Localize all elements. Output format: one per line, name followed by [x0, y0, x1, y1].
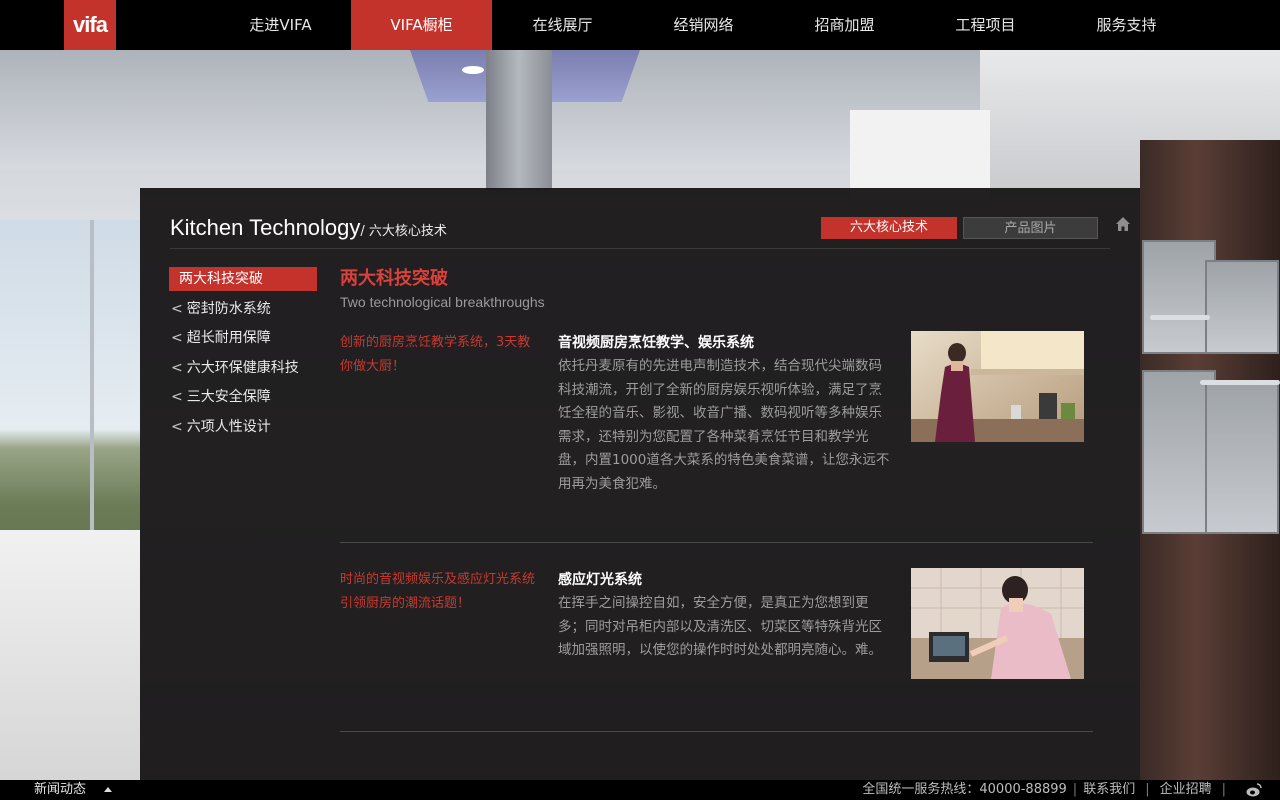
footer-bar: 新闻动态 全国统一服务热线：40000-88899 | 联系我们 | 企业招聘 …	[0, 780, 1280, 800]
hood-pipe	[486, 50, 552, 190]
tab-core-technology[interactable]: 六大核心技术	[821, 217, 957, 239]
counter	[0, 530, 140, 780]
cabinet-handle	[1150, 315, 1210, 320]
jobs-link[interactable]: 企业招聘	[1160, 780, 1212, 800]
main-nav: 走进VIFA VIFA橱柜 在线展厅 经销网络 招商加盟 工程项目 服务支持	[210, 0, 1197, 50]
sidebar-item-label: 六大环保健康科技	[186, 359, 299, 376]
chevron-left-icon: <	[171, 330, 183, 346]
content-panel: Kitchen Technology/ 六大核心技术 六大核心技术 产品图片 两…	[140, 188, 1140, 780]
contact-us-link[interactable]: 联系我们	[1083, 780, 1135, 800]
section-subtitle: Two technological breakthroughs	[340, 294, 545, 310]
hood-light	[462, 66, 484, 74]
chevron-left-icon: <	[171, 359, 183, 376]
sidebar-item-label: 密封防水系统	[186, 300, 271, 317]
feature-body: 感应灯光系统 在挥手之间操控自如，安全方便，是真正为您想到更多；同时对吊柜内部以…	[558, 568, 890, 663]
sidebar-item-label: 两大科技突破	[179, 271, 263, 287]
sidebar-item-eco-health[interactable]: < 六大环保健康科技	[169, 356, 317, 386]
section-header: 两大科技突破 Two technological breakthroughs	[340, 264, 1100, 310]
divider: |	[1221, 782, 1226, 797]
footer-links: 全国统一服务热线：40000-88899 | 联系我们 | 企业招聘 |	[862, 780, 1262, 800]
nav-item-dealers[interactable]: 经销网络	[633, 0, 774, 50]
feature-heading: 感应灯光系统	[558, 572, 642, 588]
nav-item-support[interactable]: 服务支持	[1056, 0, 1197, 50]
sidebar-item-durability[interactable]: < 超长耐用保障	[169, 326, 317, 356]
feature-body: 音视频厨房烹饪教学、娱乐系统 依托丹麦原有的先进电声制造技术，结合现代尖端数码科…	[558, 331, 890, 496]
sidebar-item-human-design[interactable]: < 六项人性设计	[169, 415, 317, 445]
sidebar-item-label: 三大安全保障	[186, 389, 271, 405]
sidebar-item-waterproof[interactable]: < 密封防水系统	[169, 297, 317, 327]
chevron-left-icon: <	[171, 389, 183, 405]
nav-item-cabinets[interactable]: VIFA橱柜	[351, 0, 492, 50]
top-navigation-bar: vifa 走进VIFA VIFA橱柜 在线展厅 经销网络 招商加盟 工程项目 服…	[0, 0, 1280, 50]
divider: |	[1145, 782, 1150, 797]
news-link[interactable]: 新闻动态	[34, 780, 86, 800]
feature-description: 在挥手之间操控自如，安全方便，是真正为您想到更多；同时对吊柜内部以及清洗区、切菜…	[558, 595, 882, 658]
sidebar-item-label: 六项人性设计	[186, 418, 271, 435]
nav-item-projects[interactable]: 工程项目	[915, 0, 1056, 50]
page-title-english: Kitchen Technology	[170, 215, 361, 240]
vifa-logo[interactable]: vifa	[64, 0, 116, 50]
weibo-icon[interactable]	[1246, 783, 1262, 797]
shelf	[850, 110, 990, 200]
section-divider	[340, 731, 1093, 732]
feature-lead-text: 创新的厨房烹饪教学系统，3天教你做大厨！	[340, 335, 531, 374]
home-icon[interactable]	[1115, 216, 1131, 232]
nav-item-showroom[interactable]: 在线展厅	[492, 0, 633, 50]
feature-lead-text: 时尚的音视频娱乐及感应灯光系统引领厨房的潮流话题！	[340, 572, 536, 611]
service-hotline: 全国统一服务热线：40000-88899	[862, 782, 1067, 797]
feature-heading: 音视频厨房烹饪教学、娱乐系统	[558, 335, 754, 351]
tab-product-photos[interactable]: 产品图片	[963, 217, 1098, 239]
feature-photo	[911, 331, 1084, 442]
feature-photo	[911, 568, 1084, 679]
chevron-left-icon: <	[171, 300, 183, 317]
sidebar-item-breakthroughs[interactable]: 两大科技突破	[169, 267, 317, 291]
oven	[1205, 260, 1279, 354]
divider: |	[1072, 782, 1078, 797]
section-title: 两大科技突破	[340, 268, 448, 289]
oven	[1205, 380, 1279, 534]
feature-description: 依托丹麦原有的先进电声制造技术，结合现代尖端数码科技潮流，开创了全新的厨房娱乐视…	[558, 358, 890, 492]
cabinet-handle	[1200, 380, 1280, 385]
section-divider	[340, 542, 1093, 543]
nav-item-franchise[interactable]: 招商加盟	[774, 0, 915, 50]
nav-item-about[interactable]: 走进VIFA	[210, 0, 351, 50]
title-divider	[170, 248, 1110, 249]
caret-up-icon[interactable]	[104, 787, 112, 792]
sidebar-item-label: 超长耐用保障	[186, 330, 271, 346]
sidebar-item-safety[interactable]: < 三大安全保障	[169, 385, 317, 415]
chevron-left-icon: <	[171, 418, 183, 435]
page-title-chinese: / 六大核心技术	[360, 224, 447, 239]
page-title: Kitchen Technology/ 六大核心技术	[170, 215, 447, 241]
sidebar-menu: 两大科技突破 < 密封防水系统 < 超长耐用保障 < 六大环保健康科技 < 三大安全保障…	[169, 267, 317, 444]
